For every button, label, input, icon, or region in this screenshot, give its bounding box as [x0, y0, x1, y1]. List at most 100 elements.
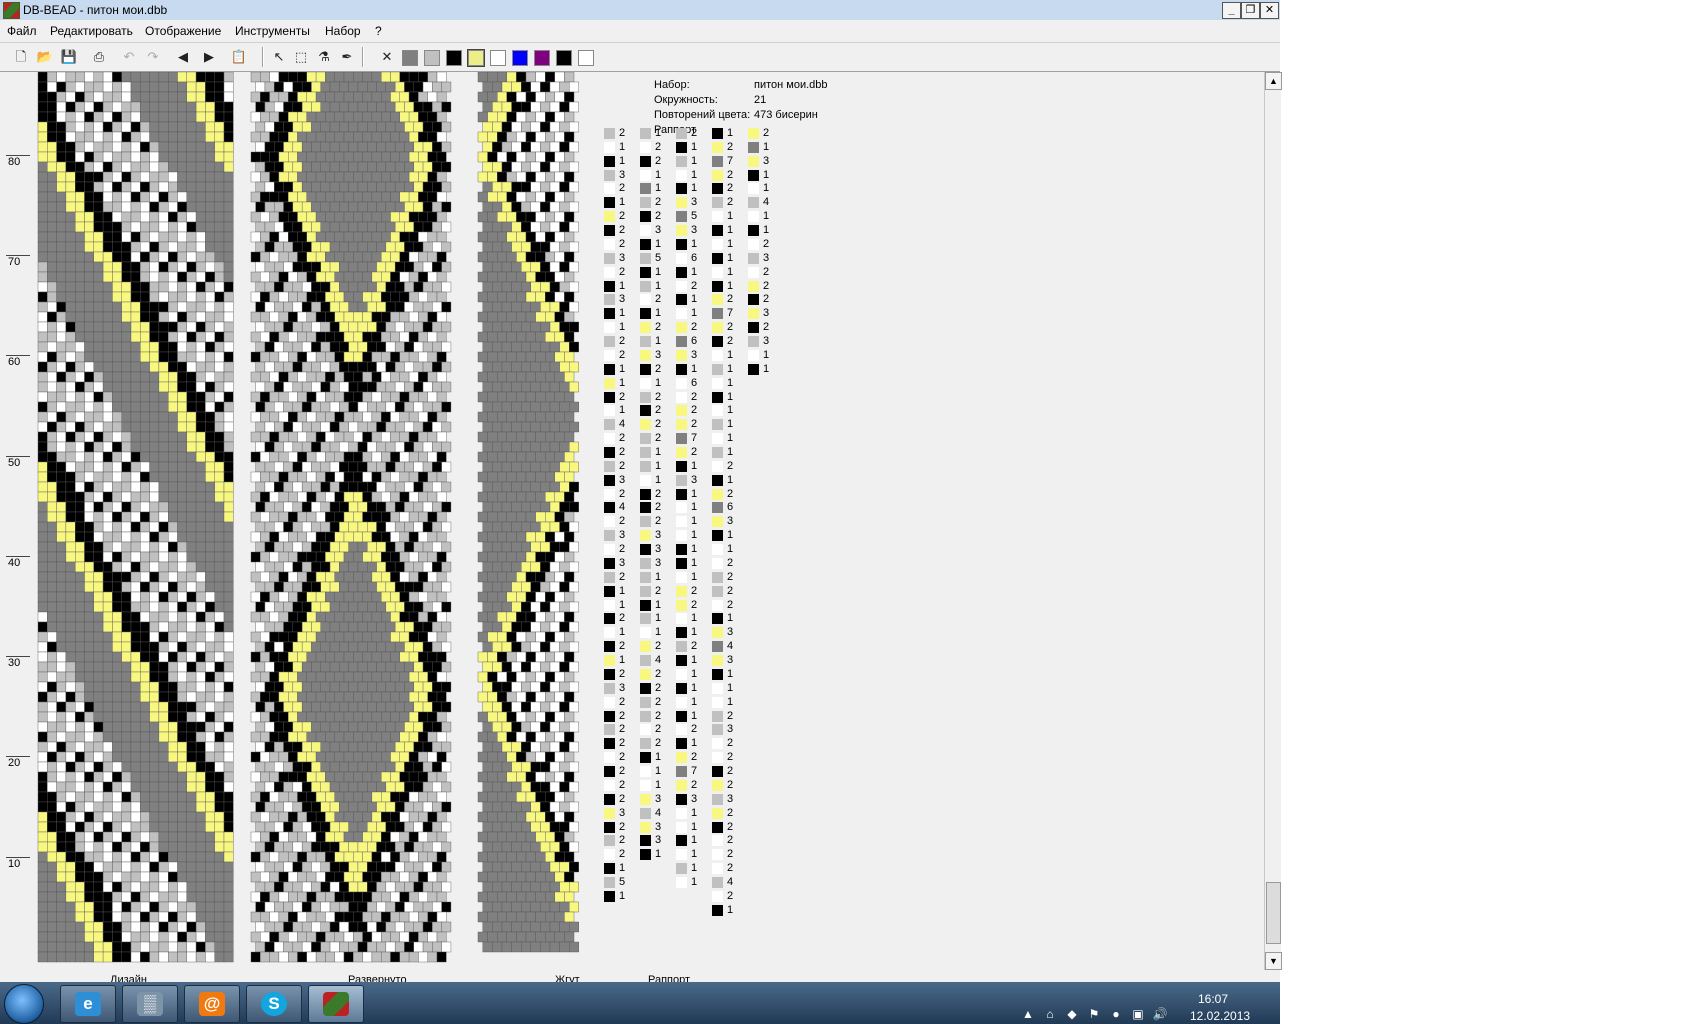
rapport-count: 2 [619, 751, 626, 764]
palette-color-swatch[interactable] [402, 50, 418, 66]
select-pointer-icon[interactable]: ↖ [270, 48, 288, 66]
rapport-swatch [640, 738, 651, 750]
rapport-count: 2 [619, 265, 626, 278]
scroll-thumb[interactable] [1266, 882, 1281, 944]
rapport-count: 1 [619, 321, 626, 334]
eyedropper-icon[interactable]: ✒ [338, 48, 356, 66]
unrolled-grid[interactable] [250, 72, 452, 963]
palette-color-swatch[interactable] [490, 50, 506, 66]
menu-view[interactable]: Отображение [145, 24, 221, 38]
rapport-swatch [712, 447, 723, 458]
rope-grid[interactable] [477, 72, 580, 953]
menu-tools[interactable]: Инструменты [235, 24, 310, 38]
undo-icon[interactable]: ↶ [120, 48, 138, 66]
rapport-swatch [640, 169, 651, 181]
rapport-count: 2 [655, 404, 662, 417]
browser-update-icon[interactable]: ● [1108, 1006, 1124, 1022]
menu-help[interactable]: ? [375, 24, 382, 38]
redo-icon[interactable]: ↷ [144, 48, 162, 66]
scroll-up-button[interactable]: ▲ [1265, 72, 1282, 90]
close-button[interactable]: ✕ [1260, 2, 1279, 19]
rapport-count: 2 [619, 224, 626, 237]
rapport-count: 2 [691, 751, 698, 764]
rapport-swatch [676, 599, 687, 611]
rapport-swatch [604, 863, 615, 875]
taskbar-skype[interactable]: S [246, 985, 302, 1023]
rapport-swatch [712, 682, 723, 694]
menu-set[interactable]: Набор [325, 24, 361, 38]
rapport-count: 2 [655, 695, 662, 708]
rapport-swatch [604, 447, 615, 458]
calculator-icon: ▒ [137, 992, 163, 1016]
maximize-button[interactable]: ❐ [1241, 2, 1260, 19]
vertical-scrollbar[interactable]: ▲ ▼ [1264, 72, 1282, 970]
rapport-count: 2 [619, 182, 626, 195]
rapport-count: 3 [727, 792, 734, 805]
info-repeat-label: Повторений цвета: [654, 109, 751, 121]
security-shield-icon[interactable]: ◆ [1064, 1006, 1080, 1022]
volume-icon[interactable]: 🔊 [1152, 1006, 1168, 1022]
rapport-swatch [712, 890, 723, 902]
minimize-button[interactable]: _ [1222, 2, 1241, 19]
start-button[interactable] [4, 984, 44, 1024]
rapport-count: 4 [763, 196, 770, 209]
palette-color-swatch[interactable] [512, 50, 528, 66]
rapport-swatch [640, 225, 651, 237]
scroll-down-button[interactable]: ▼ [1265, 952, 1282, 970]
rapport-swatch [712, 336, 723, 348]
network-icon[interactable]: ▣ [1130, 1006, 1146, 1022]
taskbar-ie[interactable]: e [60, 985, 116, 1023]
open-folder-icon[interactable]: 📂 [36, 48, 54, 66]
menu-file[interactable]: Файл [7, 24, 37, 38]
rapport-count: 2 [727, 765, 734, 778]
save-icon[interactable]: 💾 [60, 48, 78, 66]
arrow-left-icon[interactable]: ◀ [174, 48, 192, 66]
rapport-count: 1 [619, 404, 626, 417]
rapport-count: 2 [691, 321, 698, 334]
rapport-count: 3 [691, 348, 698, 361]
rapport-swatch [676, 474, 687, 486]
palette-color-swatch[interactable] [424, 50, 440, 66]
palette-color-swatch[interactable] [467, 49, 485, 67]
rect-select-icon[interactable]: ⬚ [292, 48, 310, 66]
rapport-count: 2 [727, 584, 734, 597]
rapport-swatch [676, 308, 687, 320]
paste-icon[interactable]: 📋 [230, 48, 248, 66]
palette-color-swatch[interactable] [556, 50, 572, 66]
rapport-swatch [676, 225, 687, 237]
title-bar[interactable]: DB-BEAD - питон мои.dbb _ ❐ ✕ [0, 0, 1280, 21]
clock-time[interactable]: 16:07 [1198, 992, 1228, 1006]
rapport-swatch [712, 849, 723, 861]
show-hidden-icons-icon[interactable]: ▲ [1020, 1006, 1036, 1022]
rapport-swatch [676, 460, 687, 472]
print-icon[interactable]: ⎙ [90, 48, 108, 66]
taskbar-dbbead[interactable] [308, 985, 364, 1023]
rapport-count: 1 [691, 237, 698, 250]
rapport-count: 2 [619, 446, 626, 458]
fill-bucket-icon[interactable]: ⚗ [315, 48, 333, 66]
palette-color-swatch[interactable] [578, 50, 594, 66]
bead-grids[interactable] [0, 72, 1264, 972]
rapport-count: 1 [691, 875, 698, 888]
taskbar-mail[interactable]: @ [184, 985, 240, 1023]
rapport-count: 1 [691, 820, 698, 833]
clear-color-icon[interactable]: ✕ [378, 48, 396, 66]
palette-color-swatch[interactable] [534, 50, 550, 66]
rapport-swatch [640, 447, 651, 458]
home-network-icon[interactable]: ⌂ [1042, 1006, 1058, 1022]
rapport-swatch [604, 391, 615, 403]
rapport-swatch [640, 155, 651, 167]
new-file-icon[interactable]: 🗋 [12, 48, 30, 66]
rapport-swatch [604, 141, 615, 153]
clock-date[interactable]: 12.02.2013 [1190, 1009, 1250, 1023]
menu-edit[interactable]: Редактировать [50, 24, 133, 38]
rapport-count: 2 [655, 584, 662, 597]
palette-color-swatch[interactable] [446, 50, 462, 66]
design-grid[interactable] [37, 72, 234, 963]
rapport-swatch [676, 724, 687, 736]
action-center-flag-icon[interactable]: ⚑ [1086, 1006, 1102, 1022]
taskbar-calculator[interactable]: ▒ [122, 985, 178, 1023]
rapport-count: 1 [727, 903, 734, 916]
rapport-count: 3 [763, 154, 770, 167]
arrow-right-icon[interactable]: ▶ [200, 48, 218, 66]
